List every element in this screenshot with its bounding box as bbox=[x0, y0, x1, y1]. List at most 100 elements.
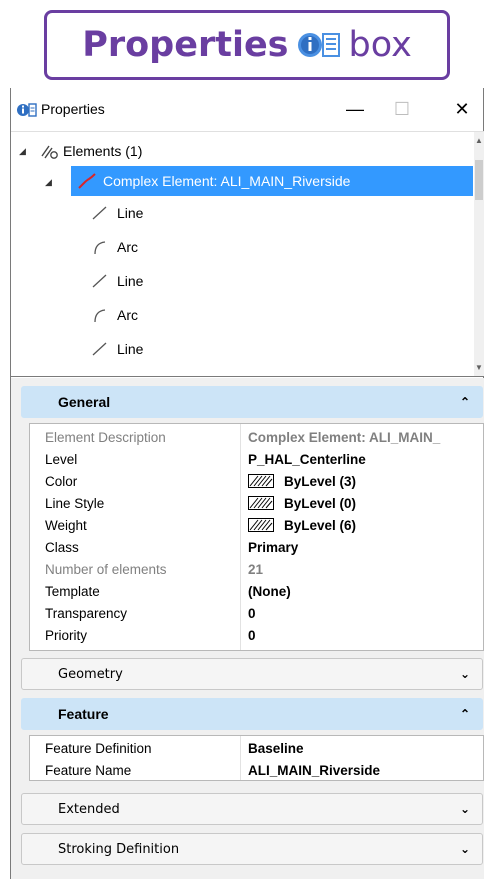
scroll-up-icon[interactable]: ▲ bbox=[475, 136, 483, 145]
arc-icon bbox=[91, 307, 109, 326]
color-swatch-icon bbox=[248, 473, 274, 488]
tree-item-label: Arc bbox=[117, 239, 138, 255]
tree-item-line[interactable]: Line bbox=[91, 200, 391, 226]
collapse-toggle[interactable]: ◢ bbox=[45, 177, 52, 188]
property-row[interactable]: Feature Definition Baseline bbox=[30, 737, 484, 759]
close-button[interactable]: ✕ bbox=[446, 94, 478, 124]
tree-item-label: Line bbox=[117, 273, 144, 289]
tree-item-elements[interactable]: ◢ Elements (1) bbox=[19, 138, 439, 164]
property-row[interactable]: Color ByLevel (3) bbox=[30, 470, 484, 492]
section-extended-header[interactable]: Extended ⌄ bbox=[21, 793, 483, 825]
property-name: Weight bbox=[45, 517, 87, 533]
tree-item-arc[interactable]: Arc bbox=[91, 234, 391, 260]
collapse-toggle[interactable]: ◢ bbox=[19, 146, 26, 157]
property-row[interactable]: Feature Name ALI_MAIN_Riverside bbox=[30, 759, 484, 781]
property-name: Transparency bbox=[45, 605, 128, 621]
tree-item-label: Elements (1) bbox=[63, 143, 143, 159]
tree-item-arc[interactable]: Arc bbox=[91, 302, 391, 328]
properties-app-icon bbox=[17, 102, 37, 118]
property-value[interactable]: P_HAL_Centerline bbox=[248, 452, 366, 467]
property-row[interactable]: Level P_HAL_Centerline bbox=[30, 448, 484, 470]
property-row[interactable]: Transparency 0 bbox=[30, 602, 484, 624]
element-tree: ◢ Elements (1) ◢ Complex Element: ALI_MA… bbox=[11, 131, 484, 377]
line-icon bbox=[91, 205, 109, 224]
tree-item-line[interactable]: Line bbox=[91, 268, 391, 294]
property-value: Complex Element: ALI_MAIN_ bbox=[248, 429, 441, 445]
property-name: Class bbox=[45, 539, 79, 555]
section-title: General bbox=[58, 394, 111, 410]
property-name: Number of elements bbox=[45, 561, 167, 577]
section-geometry-header[interactable]: Geometry ⌄ bbox=[21, 658, 483, 690]
line-style-swatch-icon bbox=[248, 495, 274, 510]
property-value[interactable]: Primary bbox=[248, 540, 298, 555]
property-row[interactable]: Priority 0 bbox=[30, 624, 484, 646]
scrollbar-thumb[interactable] bbox=[475, 160, 483, 200]
selected-expander-wrap: ◢ bbox=[45, 169, 57, 195]
section-general-header[interactable]: General ⌃ bbox=[21, 386, 483, 418]
property-value[interactable]: (None) bbox=[248, 584, 291, 599]
properties-window: Properties — ☐ ✕ ◢ Elements (1) ◢ Comple… bbox=[10, 88, 484, 879]
tree-scrollbar[interactable]: ▲ ▼ bbox=[474, 132, 484, 376]
property-value-wrap[interactable]: ByLevel (0) bbox=[248, 495, 357, 511]
weight-swatch-icon bbox=[248, 517, 274, 532]
chevron-up-icon[interactable]: ⌃ bbox=[460, 395, 470, 409]
general-property-grid: Element Description Complex Element: ALI… bbox=[29, 423, 484, 651]
feature-property-grid: Feature Definition Baseline Feature Name… bbox=[29, 735, 484, 781]
property-value[interactable]: ALI_MAIN_Riverside bbox=[248, 763, 380, 778]
section-title: Stroking Definition bbox=[58, 841, 180, 857]
maximize-button[interactable]: ☐ bbox=[386, 94, 418, 124]
section-title: Extended bbox=[58, 801, 120, 817]
scroll-down-icon[interactable]: ▼ bbox=[475, 363, 483, 372]
property-value[interactable]: Baseline bbox=[248, 741, 304, 756]
title-bar[interactable]: Properties — ☐ ✕ bbox=[11, 88, 483, 131]
window-title: Properties bbox=[41, 101, 105, 117]
property-row[interactable]: Weight ByLevel (6) bbox=[30, 514, 484, 536]
property-value-wrap[interactable]: ByLevel (6) bbox=[248, 517, 357, 533]
property-row[interactable]: Template (None) bbox=[30, 580, 484, 602]
property-name: Priority bbox=[45, 627, 88, 643]
property-name: Template bbox=[45, 583, 100, 599]
property-name: Element Description bbox=[45, 429, 166, 445]
properties-box-banner: Properties box bbox=[44, 10, 450, 80]
property-row[interactable]: Class Primary bbox=[30, 536, 484, 558]
property-row[interactable]: Number of elements 21 bbox=[30, 558, 484, 580]
tree-item-label: Complex Element: ALI_MAIN_Riverside bbox=[103, 173, 351, 189]
line-icon bbox=[91, 273, 109, 292]
tree-item-line[interactable]: Line bbox=[91, 336, 391, 362]
complex-curve-icon bbox=[77, 172, 97, 193]
property-value[interactable]: 0 bbox=[248, 606, 256, 621]
property-value: 21 bbox=[248, 561, 264, 577]
property-row[interactable]: Element Description Complex Element: ALI… bbox=[30, 426, 484, 448]
chevron-down-icon[interactable]: ⌄ bbox=[460, 667, 470, 681]
property-name: Color bbox=[45, 473, 78, 489]
properties-icon bbox=[297, 27, 341, 63]
property-name: Level bbox=[45, 451, 78, 467]
section-title: Feature bbox=[58, 706, 109, 722]
property-name: Feature Name bbox=[45, 762, 132, 778]
section-title: Geometry bbox=[58, 666, 123, 682]
arc-icon bbox=[91, 239, 109, 258]
property-name: Feature Definition bbox=[45, 740, 152, 756]
property-value: ByLevel (6) bbox=[284, 517, 357, 533]
banner-title-bold: Properties bbox=[82, 25, 289, 65]
tree-item-label: Line bbox=[117, 341, 144, 357]
property-row[interactable]: Line Style ByLevel (0) bbox=[30, 492, 484, 514]
chevron-down-icon[interactable]: ⌄ bbox=[460, 842, 470, 856]
property-value[interactable]: 0 bbox=[248, 628, 256, 643]
elements-group-icon bbox=[39, 142, 59, 163]
tree-item-label: Line bbox=[117, 205, 144, 221]
section-stroking-definition-header[interactable]: Stroking Definition ⌄ bbox=[21, 833, 483, 865]
tree-item-complex-element[interactable]: Complex Element: ALI_MAIN_Riverside bbox=[71, 166, 473, 196]
minimize-button[interactable]: — bbox=[339, 94, 371, 124]
banner-title-light: box bbox=[348, 25, 412, 65]
property-panel: General ⌃ Element Description Complex El… bbox=[11, 378, 484, 879]
property-value: ByLevel (3) bbox=[284, 473, 357, 489]
chevron-up-icon[interactable]: ⌃ bbox=[460, 707, 470, 721]
tree-item-label: Arc bbox=[117, 307, 138, 323]
chevron-down-icon[interactable]: ⌄ bbox=[460, 802, 470, 816]
property-name: Line Style bbox=[45, 495, 105, 511]
property-value-wrap[interactable]: ByLevel (3) bbox=[248, 473, 357, 489]
section-feature-header[interactable]: Feature ⌃ bbox=[21, 698, 483, 730]
line-icon bbox=[91, 341, 109, 360]
property-value: ByLevel (0) bbox=[284, 495, 357, 511]
